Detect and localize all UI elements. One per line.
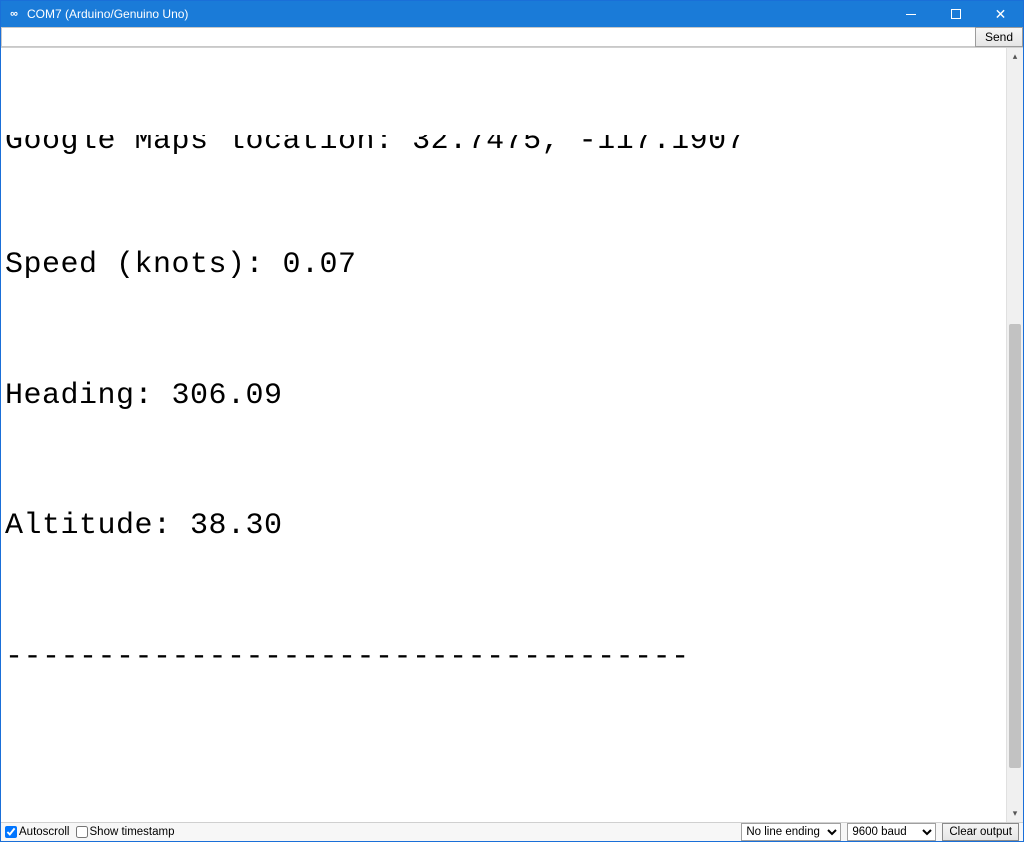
show-timestamp-text: Show timestamp — [90, 826, 175, 838]
titlebar: ∞ COM7 (Arduino/Genuino Uno) ✕ — [1, 1, 1023, 27]
send-row: Send — [1, 27, 1023, 48]
scroll-down-icon[interactable]: ▾ — [1007, 805, 1023, 822]
output-area: Google Maps location: 32.7475, -117.1907… — [1, 48, 1023, 823]
arduino-icon: ∞ — [7, 7, 21, 21]
window-title: COM7 (Arduino/Genuino Uno) — [27, 7, 188, 21]
output-line-cutoff: Google Maps location: 32.7475, -117.1907 — [5, 135, 1002, 157]
minimize-button[interactable] — [888, 1, 933, 27]
scroll-track[interactable] — [1007, 65, 1023, 805]
clear-output-button[interactable]: Clear output — [942, 823, 1019, 841]
scroll-up-icon[interactable]: ▴ — [1007, 48, 1023, 65]
show-timestamp-checkbox[interactable] — [76, 826, 88, 838]
show-timestamp-checkbox-label[interactable]: Show timestamp — [76, 826, 175, 838]
baud-rate-select[interactable]: 9600 baud115200 baud — [847, 823, 936, 841]
bottombar: Autoscroll Show timestamp No line ending… — [1, 823, 1023, 841]
autoscroll-checkbox-label[interactable]: Autoscroll — [5, 826, 70, 838]
output-separator: ------------------------------------- — [5, 636, 1002, 680]
serial-output[interactable]: Google Maps location: 32.7475, -117.1907… — [1, 48, 1006, 822]
close-button[interactable]: ✕ — [978, 1, 1023, 27]
autoscroll-text: Autoscroll — [19, 826, 70, 838]
output-line: Speed (knots): 0.07 — [5, 244, 1002, 288]
scroll-thumb[interactable] — [1009, 324, 1021, 768]
autoscroll-checkbox[interactable] — [5, 826, 17, 838]
serial-monitor-window: ∞ COM7 (Arduino/Genuino Uno) ✕ Send Goog… — [0, 0, 1024, 842]
serial-input[interactable] — [1, 27, 975, 47]
send-button[interactable]: Send — [975, 27, 1023, 47]
output-line: Altitude: 38.30 — [5, 505, 1002, 549]
vertical-scrollbar[interactable]: ▴ ▾ — [1006, 48, 1023, 822]
line-ending-select[interactable]: No line endingNewlineCarriage returnBoth… — [741, 823, 841, 841]
close-icon: ✕ — [995, 7, 1007, 21]
output-line: Heading: 306.09 — [5, 375, 1002, 419]
maximize-button[interactable] — [933, 1, 978, 27]
